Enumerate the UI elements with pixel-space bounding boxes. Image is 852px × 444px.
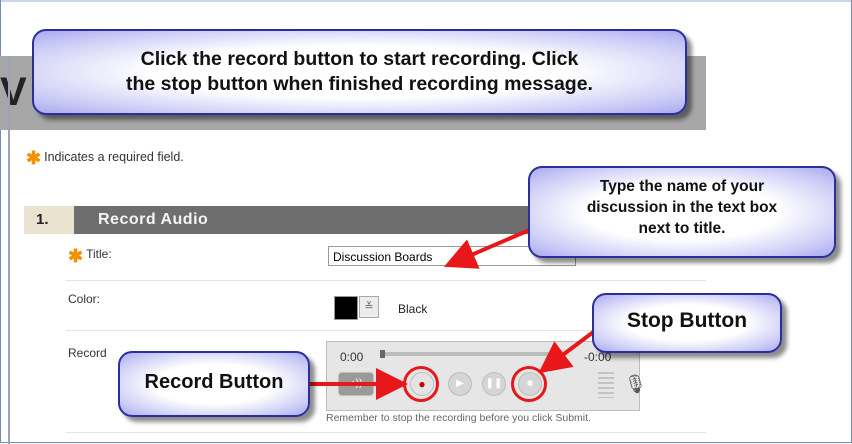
title-callout-line-1: Type the name of your: [599, 178, 765, 195]
instruction-callout: Click the record button to start recordi…: [32, 29, 687, 115]
title-callout-line-2: discussion in the text box: [586, 199, 778, 216]
title-callout: Type the name of your discussion in the …: [528, 166, 836, 258]
arrow-to-stop: [538, 328, 598, 374]
title-callout-line-3: next to title.: [638, 220, 726, 237]
arrow-to-title: [443, 226, 535, 269]
instruction-line-1: Click the record button to start recordi…: [140, 48, 579, 70]
record-button-callout: Record Button: [118, 351, 310, 417]
instruction-line-2: the stop button when finished recording …: [126, 73, 593, 95]
stop-button-callout: Stop Button: [592, 293, 782, 353]
